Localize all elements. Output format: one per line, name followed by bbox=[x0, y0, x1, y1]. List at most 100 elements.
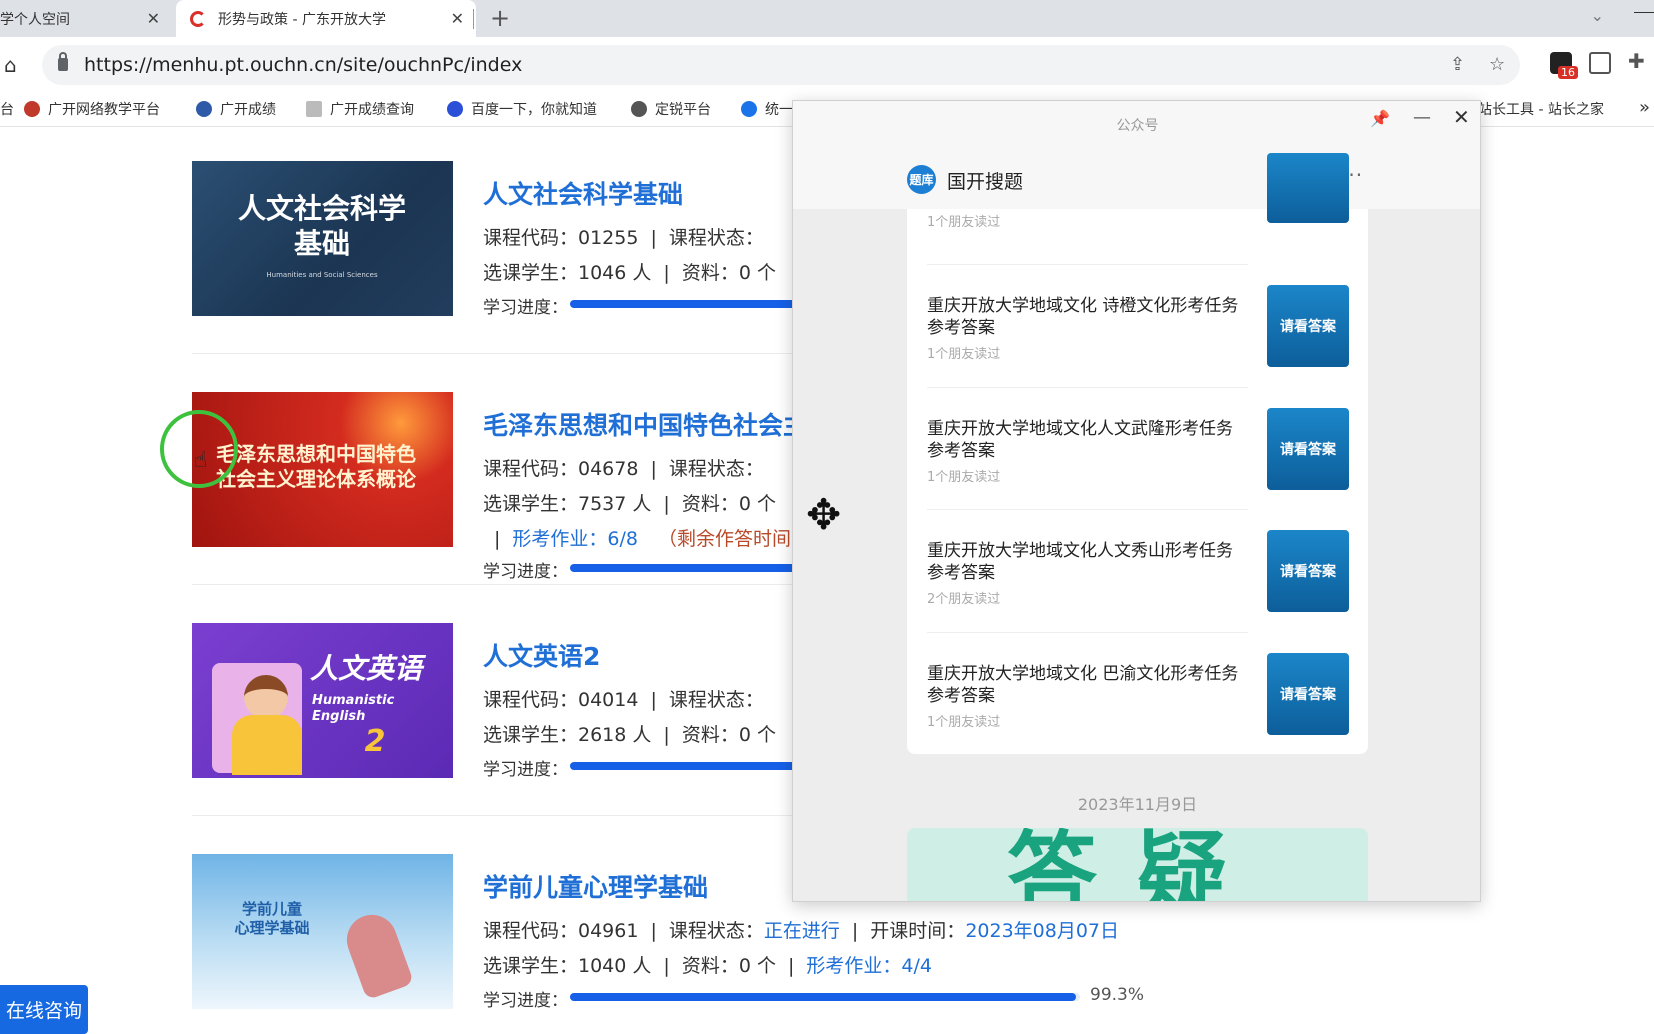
tab-personal-space[interactable]: 学个人空间 ✕ bbox=[0, 0, 172, 37]
course-thumbnail[interactable]: 人文英语 Humanistic English 2 bbox=[192, 623, 453, 778]
popup-header: 公众号 📌 — ✕ 题库 国开搜题 ··· bbox=[793, 101, 1480, 209]
progress-label: 学习进度： bbox=[483, 298, 568, 318]
thumbnail-title: 人文社会科学 基础 bbox=[237, 192, 406, 260]
student-count: 选课学生：1046 人 bbox=[483, 262, 652, 284]
home-icon[interactable]: ⌂ bbox=[4, 53, 17, 77]
thumbnail-title: 毛泽东思想和中国特色 社会主义理论体系概论 bbox=[216, 442, 416, 491]
account-name[interactable]: 国开搜题 bbox=[947, 167, 1023, 194]
article-list-card: 1个朋友读过 重庆开放大学地域文化 诗橙文化形考任务参考答案 1个朋友读过 请看… bbox=[907, 153, 1368, 754]
thumbnail-subtitle: Humanities and Social Sciences bbox=[266, 271, 378, 279]
bookmark-item[interactable]: 百度一下，你就知道 bbox=[447, 99, 597, 119]
course-info-line: 课程代码：04678 | 课程状态： bbox=[483, 454, 764, 481]
course-code: 课程代码：04678 bbox=[483, 458, 639, 480]
thumbnail-title: 人文英语 bbox=[310, 652, 423, 685]
course-status-label: 课程状态： bbox=[668, 227, 764, 249]
separator: | bbox=[494, 528, 501, 550]
student-count: 选课学生：2618 人 bbox=[483, 724, 652, 746]
article-thumbnail: 请看答案 bbox=[1267, 285, 1349, 367]
tab-search-icon[interactable] bbox=[1589, 52, 1611, 74]
minimize-icon[interactable]: — bbox=[1413, 107, 1431, 128]
lock-icon[interactable] bbox=[58, 52, 68, 71]
hand-cursor-icon: ☝ bbox=[194, 448, 208, 473]
article-title: 重庆开放大学地域文化人文武隆形考任务参考答案 bbox=[927, 419, 1233, 461]
article-read-count: 1个朋友读过 bbox=[927, 215, 1001, 230]
course-title[interactable]: 人文社会科学基础 bbox=[483, 175, 683, 211]
close-icon[interactable]: ✕ bbox=[1453, 105, 1470, 129]
bookmark-item[interactable]: 广开成绩查询 bbox=[306, 99, 414, 119]
assignment-link[interactable]: 形考作业：6/8 bbox=[512, 528, 638, 550]
article-title: 重庆开放大学地域文化人文秀山形考任务参考答案 bbox=[927, 541, 1233, 583]
course-info-line: 课程代码：01255 | 课程状态： bbox=[483, 223, 764, 250]
progress-label: 学习进度： bbox=[483, 562, 568, 582]
globe-icon bbox=[631, 101, 647, 117]
pin-icon[interactable]: 📌 bbox=[1370, 109, 1390, 128]
bookmark-item[interactable]: 统一 bbox=[741, 99, 793, 119]
course-thumbnail[interactable]: 学前儿童 心理学基础 bbox=[192, 854, 453, 1009]
course-title[interactable]: 学前儿童心理学基础 bbox=[483, 868, 708, 904]
course-code: 课程代码：04014 bbox=[483, 689, 639, 711]
materials-count: 资料：0 个 bbox=[681, 262, 776, 284]
divider bbox=[927, 632, 1248, 633]
share-icon[interactable]: ⇪ bbox=[1450, 54, 1465, 75]
article-title: 重庆开放大学地域文化 诗橙文化形考任务参考答案 bbox=[927, 296, 1239, 338]
wechat-popup: 公众号 📌 — ✕ 题库 国开搜题 ··· 1个朋友读过 重庆开放大学地域文化 … bbox=[792, 100, 1481, 902]
article-item[interactable]: 重庆开放大学地域文化 诗橙文化形考任务参考答案 1个朋友读过 请看答案 bbox=[927, 285, 1349, 385]
illustration-person bbox=[244, 675, 288, 719]
course-info-line: 课程代码：04961 | 课程状态：正在进行 | 开课时间：2023年08月07日 bbox=[483, 916, 1119, 943]
thumbnail-title: 学前儿童 心理学基础 bbox=[234, 900, 310, 937]
course-thumbnail[interactable]: 人文社会科学 基础 Humanities and Social Sciences bbox=[192, 161, 453, 316]
separator: | bbox=[663, 493, 670, 515]
bookmark-label: 广开网络教学平台 bbox=[48, 102, 160, 118]
course-info-line: | 形考作业：6/8 （剩余作答时间 bbox=[494, 524, 791, 551]
course-title[interactable]: 毛泽东思想和中国特色社会主义理论体系概论 bbox=[483, 406, 803, 442]
move-cursor-icon: ✥ bbox=[806, 490, 842, 539]
tab-active[interactable]: 形势与政策 - 广东开放大学 ✕ bbox=[176, 0, 476, 37]
separator: | bbox=[787, 955, 795, 977]
window-minimize-icon[interactable] bbox=[1634, 12, 1654, 32]
article-item[interactable]: 重庆开放大学地域文化人文秀山形考任务参考答案 2个朋友读过 请看答案 bbox=[927, 530, 1349, 630]
article-item[interactable]: 重庆开放大学地域文化 巴渝文化形考任务参考答案 1个朋友读过 请看答案 bbox=[927, 653, 1349, 753]
bookmark-item[interactable]: 站长工具 - 站长之家 bbox=[1478, 99, 1604, 119]
url-text[interactable]: https://menhu.pt.ouchn.cn/site/ouchnPc/i… bbox=[84, 54, 522, 76]
divider bbox=[927, 387, 1248, 388]
new-tab-icon[interactable]: + bbox=[490, 4, 510, 32]
close-icon[interactable]: ✕ bbox=[451, 9, 464, 28]
bookmarks-overflow-icon[interactable]: » bbox=[1639, 97, 1650, 118]
puzzle-icon[interactable]: ✚ bbox=[1628, 49, 1650, 73]
bookmark-item[interactable]: 广开成绩 bbox=[196, 99, 276, 119]
separator: | bbox=[663, 955, 670, 977]
progress-label: 学习进度： bbox=[483, 760, 568, 780]
assignment-link[interactable]: 形考作业：4/4 bbox=[806, 955, 932, 977]
illustration-child bbox=[339, 907, 415, 1001]
illustration-body bbox=[232, 715, 302, 775]
separator: | bbox=[663, 724, 670, 746]
online-consult-button[interactable]: 在线咨询 bbox=[0, 985, 88, 1034]
article-item[interactable]: 重庆开放大学地域文化人文武隆形考任务参考答案 1个朋友读过 请看答案 bbox=[927, 408, 1349, 508]
next-article-card[interactable]: 答疑 bbox=[907, 828, 1368, 901]
bookmark-label: 广开成绩 bbox=[220, 102, 276, 118]
article-thumbnail: 请看答案 bbox=[1267, 408, 1349, 490]
bookmark-favicon-icon bbox=[24, 101, 40, 117]
separator: | bbox=[650, 458, 657, 480]
bookmark-item[interactable]: 广开网络教学平台 bbox=[24, 99, 160, 119]
tab-bar: 学个人空间 ✕ 形势与政策 - 广东开放大学 ✕ + ⌄ bbox=[0, 0, 1654, 37]
materials-count: 资料：0 个 bbox=[681, 493, 776, 515]
divider bbox=[192, 584, 812, 585]
article-item[interactable]: 1个朋友读过 bbox=[927, 153, 1349, 239]
account-avatar[interactable]: 题库 bbox=[907, 165, 936, 194]
course-status-label: 课程状态： bbox=[668, 689, 764, 711]
bookmark-item[interactable]: 定锐平台 bbox=[631, 99, 711, 119]
course-title[interactable]: 人文英语2 bbox=[483, 637, 600, 673]
bookmark-edge[interactable]: 台 bbox=[0, 99, 14, 119]
omnibox[interactable]: https://menhu.pt.ouchn.cn/site/ouchnPc/i… bbox=[42, 45, 1520, 85]
tab-title: 形势与政策 - 广东开放大学 bbox=[218, 11, 386, 28]
ie-icon bbox=[741, 101, 757, 117]
article-read-count: 1个朋友读过 bbox=[927, 347, 1001, 362]
close-icon[interactable]: ✕ bbox=[147, 9, 160, 28]
article-thumbnail: 请看答案 bbox=[1267, 530, 1349, 612]
bookmark-label: 台 bbox=[0, 102, 14, 118]
article-read-count: 1个朋友读过 bbox=[927, 470, 1001, 485]
chevron-down-icon[interactable]: ⌄ bbox=[1591, 6, 1604, 25]
star-icon[interactable]: ☆ bbox=[1489, 54, 1505, 75]
course-status-label: 课程状态： bbox=[668, 920, 764, 942]
